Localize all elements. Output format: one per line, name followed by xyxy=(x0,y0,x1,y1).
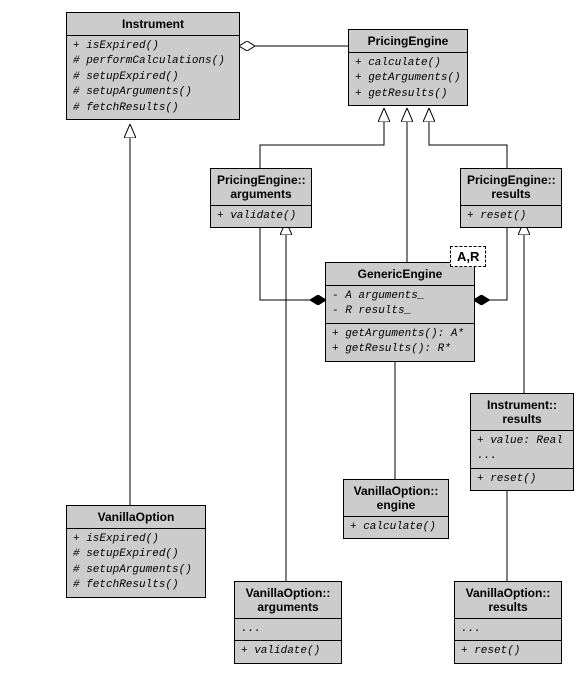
class-title: Instrument xyxy=(67,13,239,36)
method: + getArguments() xyxy=(355,71,461,86)
class-title: PricingEngine xyxy=(349,30,467,53)
method: + validate() xyxy=(241,644,335,659)
method: # fetchResults() xyxy=(73,101,233,116)
attribute: - R results_ xyxy=(332,304,468,319)
class-vo-engine: VanillaOption:: engine + calculate() xyxy=(343,479,449,539)
method: # setupExpired() xyxy=(73,547,199,562)
method: # fetchResults() xyxy=(73,578,199,593)
class-pe-arguments: PricingEngine:: arguments + validate() xyxy=(210,168,312,228)
class-pricing-engine: PricingEngine + calculate() + getArgumen… xyxy=(348,29,468,106)
class-generic-engine: GenericEngine - A arguments_ - R results… xyxy=(325,262,475,362)
method: + calculate() xyxy=(355,56,461,71)
class-instrument: Instrument + isExpired() # performCalcul… xyxy=(66,12,240,120)
method: # setupArguments() xyxy=(73,85,233,100)
method: + reset() xyxy=(477,472,567,487)
attribute: ... xyxy=(241,622,335,637)
attribute: ... xyxy=(477,449,567,464)
attribute: + value: Real xyxy=(477,434,567,449)
class-vo-arguments: VanillaOption:: arguments ... + validate… xyxy=(234,581,342,664)
attribute: ... xyxy=(461,622,555,637)
method: + getResults() xyxy=(355,87,461,102)
method: + isExpired() xyxy=(73,39,233,54)
class-title: VanillaOption xyxy=(67,506,205,529)
method: # performCalculations() xyxy=(73,54,233,69)
method: + reset() xyxy=(467,209,555,224)
method: + getArguments(): A* xyxy=(332,327,468,342)
template-parameter: A,R xyxy=(450,246,486,267)
method: + calculate() xyxy=(350,520,442,535)
method: + isExpired() xyxy=(73,532,199,547)
class-title: PricingEngine:: results xyxy=(461,169,561,206)
method: + validate() xyxy=(217,209,305,224)
method: + reset() xyxy=(461,644,555,659)
method: + getResults(): R* xyxy=(332,342,468,357)
class-vo-results: VanillaOption:: results ... + reset() xyxy=(454,581,562,664)
class-pe-results: PricingEngine:: results + reset() xyxy=(460,168,562,228)
class-title: VanillaOption:: engine xyxy=(344,480,448,517)
class-title: VanillaOption:: results xyxy=(455,582,561,619)
method: # setupExpired() xyxy=(73,70,233,85)
class-title: VanillaOption:: arguments xyxy=(235,582,341,619)
class-title: Instrument:: results xyxy=(471,394,573,431)
class-instrument-results: Instrument:: results + value: Real ... +… xyxy=(470,393,574,491)
class-vanilla-option: VanillaOption + isExpired() # setupExpir… xyxy=(66,505,206,598)
class-title: PricingEngine:: arguments xyxy=(211,169,311,206)
method: # setupArguments() xyxy=(73,563,199,578)
attribute: - A arguments_ xyxy=(332,289,468,304)
